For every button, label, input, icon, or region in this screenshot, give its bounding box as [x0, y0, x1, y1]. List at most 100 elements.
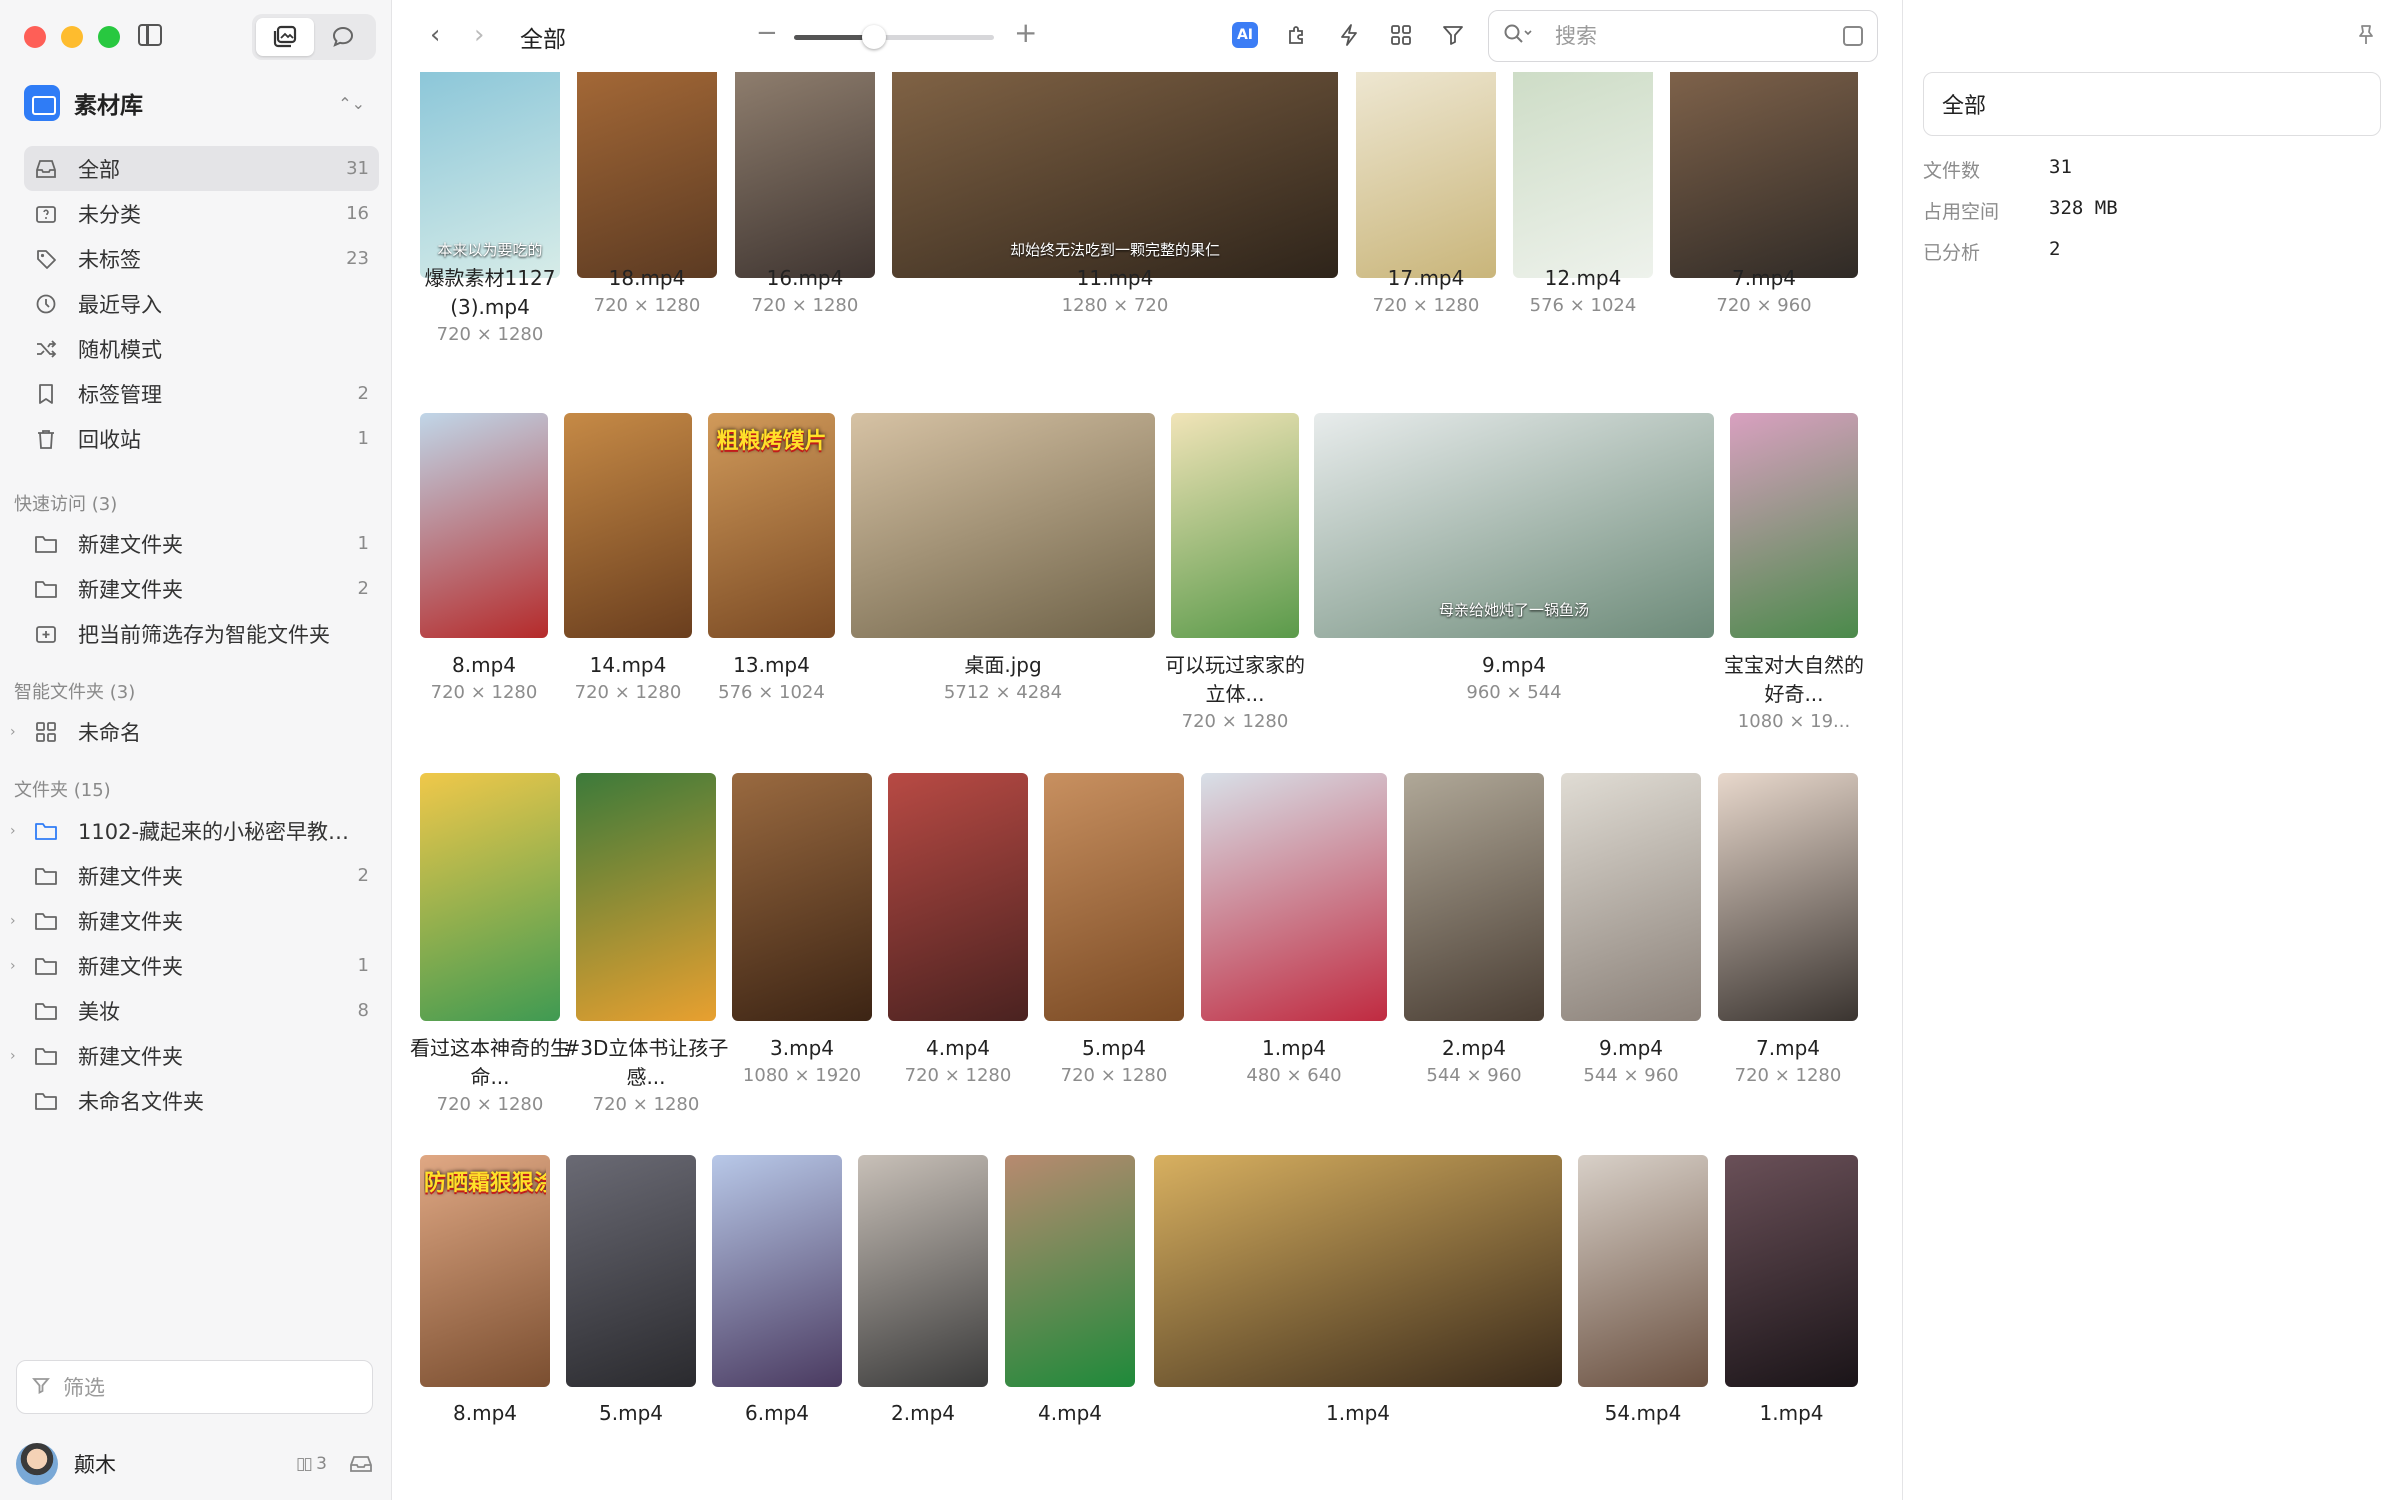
asset-thumbnail[interactable]: [1005, 1155, 1135, 1387]
asset-thumbnail[interactable]: [858, 1155, 988, 1387]
sidebar-item-5[interactable]: 标签管理 2: [24, 371, 379, 416]
asset-thumbnail[interactable]: 却始终无法吃到一颗完整的果仁: [892, 72, 1338, 278]
close-window-button[interactable]: [24, 26, 46, 48]
tray-icon[interactable]: [349, 1454, 373, 1474]
disclosure-arrow-icon[interactable]: ›: [10, 913, 16, 929]
pin-icon[interactable]: [2356, 24, 2376, 51]
asset-tile[interactable]: 0.01元起本来以为要吃的爆款素材1127 (3).mp4 720 × 1280: [420, 72, 560, 354]
asset-thumbnail[interactable]: [1404, 773, 1544, 1021]
asset-tile[interactable]: 1.mp4 480 × 640: [1201, 773, 1387, 1124]
asset-thumbnail[interactable]: [1044, 773, 1184, 1021]
avatar[interactable]: [16, 1442, 58, 1485]
asset-tile[interactable]: 4.mp4 720 × 1280: [888, 773, 1028, 1124]
folder-item[interactable]: › 新建文件夹 1: [10, 943, 379, 988]
asset-tile[interactable]: 7.mp4 720 × 960: [1670, 72, 1858, 354]
asset-thumbnail[interactable]: [1725, 1155, 1858, 1387]
asset-tile[interactable]: 5.mp4: [566, 1155, 696, 1489]
quick-access-item[interactable]: 新建文件夹 1: [24, 521, 379, 566]
sidebar-item-3[interactable]: 最近导入: [24, 281, 379, 326]
zoom-window-button[interactable]: [98, 26, 120, 48]
forward-arrow-icon[interactable]: ›: [474, 20, 484, 50]
asset-thumbnail[interactable]: [888, 773, 1028, 1021]
asset-thumbnail[interactable]: [1718, 773, 1858, 1021]
asset-tile[interactable]: 12.mp4 576 × 1024: [1513, 72, 1653, 354]
asset-tile[interactable]: 可以玩过家家的立体... 720 × 1280: [1165, 413, 1305, 741]
back-arrow-icon[interactable]: ‹: [430, 20, 440, 50]
library-mode-button[interactable]: [256, 18, 314, 56]
chat-mode-button[interactable]: [314, 18, 372, 56]
asset-thumbnail[interactable]: [576, 773, 716, 1021]
asset-thumbnail[interactable]: 0.01元起本来以为要吃的: [420, 72, 560, 278]
asset-thumbnail[interactable]: [1513, 72, 1653, 278]
asset-thumbnail[interactable]: [1171, 413, 1299, 638]
disclosure-arrow-icon[interactable]: ›: [10, 823, 16, 839]
disclosure-arrow-icon[interactable]: ›: [10, 958, 16, 974]
asset-thumbnail[interactable]: [735, 72, 875, 278]
quick-access-item[interactable]: 把当前筛选存为智能文件夹: [24, 611, 379, 656]
folder-item[interactable]: › 新建文件夹: [10, 1033, 379, 1078]
image-search-icon[interactable]: [1843, 26, 1863, 46]
folder-item[interactable]: 未命名文件夹: [24, 1078, 379, 1123]
sidebar-item-1[interactable]: 未分类 16: [24, 191, 379, 236]
sidebar-item-0[interactable]: 全部 31: [24, 146, 379, 191]
selection-title-field[interactable]: 全部: [1923, 72, 2381, 136]
asset-thumbnail[interactable]: 粗粮烤馍片: [708, 413, 835, 638]
asset-tile[interactable]: 8.mp4 720 × 1280: [420, 413, 548, 741]
asset-thumbnail[interactable]: [566, 1155, 696, 1387]
asset-tile[interactable]: 2.mp4: [858, 1155, 988, 1489]
asset-thumbnail[interactable]: [851, 413, 1155, 638]
search-icon[interactable]: [1503, 23, 1533, 50]
asset-thumbnail[interactable]: [1561, 773, 1701, 1021]
asset-tile[interactable]: 14.mp4 720 × 1280: [564, 413, 692, 741]
asset-tile[interactable]: 2.mp4 544 × 960: [1404, 773, 1544, 1124]
asset-tile[interactable]: 54.mp4: [1578, 1155, 1708, 1489]
asset-thumbnail[interactable]: [420, 773, 560, 1021]
sidebar-toggle-icon[interactable]: [138, 24, 162, 46]
quick-access-item[interactable]: 新建文件夹 2: [24, 566, 379, 611]
ai-analyze-icon[interactable]: AI: [1232, 22, 1258, 48]
asset-tile[interactable]: #3D立体书让孩子感... 720 × 1280: [564, 773, 728, 1124]
zoom-in-button[interactable]: +: [1014, 16, 1037, 49]
asset-thumbnail[interactable]: [1578, 1155, 1708, 1387]
asset-thumbnail[interactable]: [712, 1155, 842, 1387]
search-input[interactable]: [1555, 24, 1843, 48]
asset-thumbnail[interactable]: [1356, 72, 1496, 278]
asset-tile[interactable]: 7.mp4 720 × 1280: [1718, 773, 1858, 1124]
asset-tile[interactable]: 防晒霜狠狠涂开 8.mp4: [420, 1155, 550, 1489]
filter-icon[interactable]: [1440, 22, 1466, 48]
asset-tile[interactable]: 粗粮烤馍片 13.mp4 576 × 1024: [708, 413, 835, 741]
asset-tile[interactable]: 6.mp4: [712, 1155, 842, 1489]
folder-item[interactable]: › 新建文件夹: [10, 898, 379, 943]
filter-field[interactable]: 筛选: [16, 1360, 373, 1414]
grid-view-icon[interactable]: [1388, 22, 1414, 48]
asset-tile[interactable]: 4.mp4: [1005, 1155, 1135, 1489]
asset-tile[interactable]: 看过这本神奇的生命... 720 × 1280: [410, 773, 570, 1124]
asset-tile[interactable]: 却始终无法吃到一颗完整的果仁 11.mp4 1280 × 720: [892, 72, 1338, 354]
asset-tile[interactable]: 16.mp4 720 × 1280: [735, 72, 875, 354]
lightning-icon[interactable]: [1336, 22, 1362, 48]
asset-thumbnail[interactable]: [420, 413, 548, 638]
sidebar-item-2[interactable]: 未标签 23: [24, 236, 379, 281]
asset-thumbnail[interactable]: [732, 773, 872, 1021]
zoom-slider-knob[interactable]: [862, 25, 886, 49]
zoom-slider[interactable]: [794, 25, 994, 49]
smart-folder-item[interactable]: › 未命名: [10, 709, 379, 754]
asset-thumbnail[interactable]: [1154, 1155, 1562, 1387]
puzzle-icon[interactable]: [1284, 22, 1310, 48]
asset-tile[interactable]: 17.mp4 720 × 1280: [1356, 72, 1496, 354]
minimize-window-button[interactable]: [61, 26, 83, 48]
asset-tile[interactable]: 1.mp4: [1725, 1155, 1858, 1489]
asset-tile[interactable]: 5.mp4 720 × 1280: [1044, 773, 1184, 1124]
asset-thumbnail[interactable]: [1201, 773, 1387, 1021]
asset-thumbnail[interactable]: 母亲给她炖了一锅鱼汤: [1314, 413, 1714, 638]
asset-tile[interactable]: 桌面.jpg 5712 × 4284: [851, 413, 1155, 741]
asset-thumbnail[interactable]: [1730, 413, 1858, 638]
asset-thumbnail[interactable]: 铁棍山药龙须面: [577, 72, 717, 278]
sidebar-item-4[interactable]: 随机模式: [24, 326, 379, 371]
asset-tile[interactable]: 9.mp4 544 × 960: [1561, 773, 1701, 1124]
sidebar-item-6[interactable]: 回收站 1: [24, 416, 379, 461]
folder-item[interactable]: 新建文件夹 2: [24, 853, 379, 898]
zoom-out-button[interactable]: −: [756, 18, 778, 48]
asset-tile[interactable]: 1.mp4: [1154, 1155, 1562, 1489]
folder-item[interactable]: › 1102-藏起来的小秘密早教立...: [10, 808, 379, 853]
